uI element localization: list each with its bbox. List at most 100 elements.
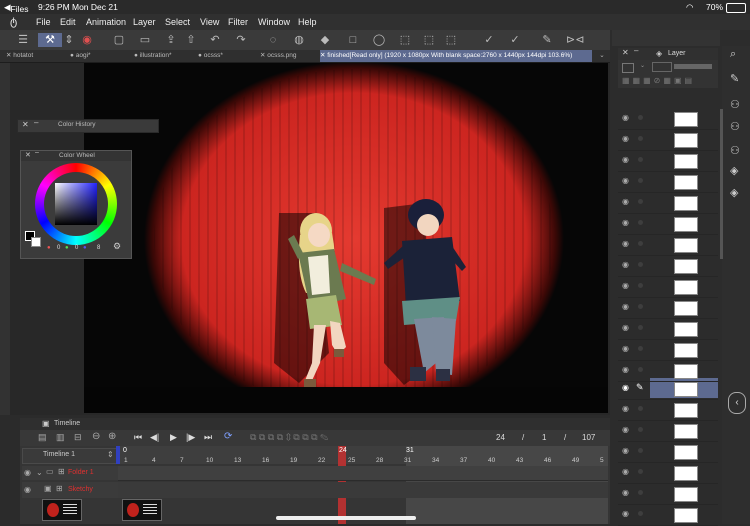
snap-icon[interactable]: ✓ bbox=[508, 33, 522, 47]
close-icon[interactable]: ✕ bbox=[25, 151, 31, 159]
lock-icon[interactable] bbox=[638, 490, 643, 495]
saturation-square[interactable] bbox=[55, 183, 97, 225]
layer-row[interactable]: ◉ bbox=[618, 442, 718, 463]
clear-icon[interactable]: ◌ bbox=[266, 33, 280, 47]
eye-icon[interactable]: ◉ bbox=[622, 239, 629, 248]
minimize-icon[interactable]: – bbox=[35, 149, 39, 156]
layer-row[interactable]: ◉ bbox=[618, 172, 718, 193]
tab-ocsss-png[interactable]: ✕ ocsss.png bbox=[260, 50, 318, 62]
redo-icon[interactable]: ↷ bbox=[234, 33, 248, 47]
lasso-icon[interactable]: ◯ bbox=[372, 33, 386, 47]
lock-icon[interactable] bbox=[638, 262, 643, 267]
property-icon[interactable]: ⚇ bbox=[730, 120, 740, 133]
layer-row[interactable]: ◉ bbox=[618, 340, 718, 361]
first-frame-icon[interactable]: ⏮ bbox=[134, 432, 142, 443]
export-icon[interactable]: ⇧ bbox=[184, 33, 198, 47]
tab-aogi[interactable]: ● aogi* bbox=[70, 50, 130, 62]
track-frames[interactable] bbox=[118, 466, 608, 481]
artwork-canvas[interactable] bbox=[84, 63, 608, 413]
cel-thumbnail[interactable] bbox=[122, 499, 162, 521]
last-frame-icon[interactable]: ⏭ bbox=[204, 432, 212, 443]
navigator-icon[interactable]: ⚇ bbox=[730, 98, 740, 111]
expand-icon[interactable]: ⌄ bbox=[36, 468, 43, 477]
back-to-files[interactable]: ◀ Files bbox=[4, 2, 29, 14]
eye-icon[interactable]: ◉ bbox=[622, 260, 629, 269]
menu-edit[interactable]: Edit bbox=[60, 17, 76, 27]
lock-icon[interactable] bbox=[638, 199, 643, 204]
opacity-field[interactable] bbox=[652, 62, 672, 72]
layer-row[interactable]: ◉ bbox=[618, 484, 718, 505]
minimize-icon[interactable]: – bbox=[634, 46, 638, 55]
layer-row[interactable]: ◉ bbox=[618, 463, 718, 484]
eye-icon[interactable]: ◉ bbox=[622, 155, 629, 164]
app-logo-icon[interactable]: ტ bbox=[10, 15, 17, 28]
play-icon[interactable]: ▶ bbox=[170, 432, 177, 443]
opacity-slider[interactable] bbox=[674, 64, 712, 69]
layer-row[interactable]: ◉ bbox=[618, 277, 718, 298]
eye-icon[interactable]: ◉ bbox=[622, 509, 629, 518]
add-icon[interactable]: ⊞ bbox=[58, 467, 65, 476]
quick-access-icon[interactable]: ⚒ bbox=[38, 33, 62, 47]
flip-icon[interactable]: ⊳⊲ bbox=[566, 33, 584, 47]
track-row[interactable]: ◉ ▣ ⊞ Sketchy bbox=[22, 482, 118, 498]
menu-filter[interactable]: Filter bbox=[228, 17, 248, 27]
layer-row[interactable]: ◉ bbox=[618, 400, 718, 421]
frame-total[interactable]: 107 bbox=[582, 433, 595, 442]
next-frame-icon[interactable]: |▶ bbox=[186, 432, 195, 443]
chevron-down-icon[interactable]: ⌄ bbox=[640, 62, 645, 69]
tab-ocsss[interactable]: ● ocsss* bbox=[198, 50, 258, 62]
lock-icon[interactable] bbox=[638, 241, 643, 246]
sub-color-swatch[interactable] bbox=[31, 237, 41, 247]
layer-row[interactable]: ◉ bbox=[618, 256, 718, 277]
save-icon[interactable]: ⇪ bbox=[164, 33, 178, 47]
eye-icon[interactable]: ◉ bbox=[622, 134, 629, 143]
undo-icon[interactable]: ↶ bbox=[208, 33, 222, 47]
prev-frame-icon[interactable]: ◀| bbox=[150, 432, 159, 443]
close-icon[interactable]: ✕ bbox=[622, 48, 629, 57]
lock-icon[interactable] bbox=[638, 346, 643, 351]
layers-icon[interactable]: ◈ bbox=[730, 186, 738, 199]
cel-thumbnail[interactable] bbox=[42, 499, 82, 521]
lock-icon[interactable] bbox=[638, 448, 643, 453]
minimize-icon[interactable]: – bbox=[34, 118, 38, 127]
eye-icon[interactable]: ◉ bbox=[622, 113, 629, 122]
zoom-in-icon[interactable]: ⊕ bbox=[108, 431, 116, 442]
menu-icon[interactable]: ☰ bbox=[16, 33, 30, 47]
lock-icon[interactable] bbox=[638, 367, 643, 372]
search-icon[interactable]: ⌕ bbox=[730, 48, 736, 61]
record-icon[interactable]: ◉ bbox=[80, 33, 94, 47]
track-frames[interactable] bbox=[118, 482, 608, 498]
current-frame[interactable]: 24 bbox=[496, 433, 505, 442]
tab-hotatot[interactable]: ✕ hotatot bbox=[6, 50, 66, 62]
lock-icon[interactable] bbox=[638, 304, 643, 309]
track-row[interactable]: ◉ ⌄ ▭ ⊞ Folder 1 bbox=[22, 466, 118, 480]
layer-row[interactable]: ◉ bbox=[618, 193, 718, 214]
layer-row[interactable]: ◉ bbox=[618, 319, 718, 340]
pen-icon[interactable]: ✎ bbox=[540, 33, 554, 47]
hue-ring[interactable] bbox=[35, 163, 117, 245]
menu-select[interactable]: Select bbox=[165, 17, 190, 27]
lock-icon[interactable] bbox=[638, 220, 643, 225]
zoom-out-icon[interactable]: ⊖ bbox=[92, 431, 100, 442]
eye-icon[interactable]: ◉ bbox=[622, 344, 629, 353]
frame-tools-icon[interactable]: ⧉ ⧉ ⧉ ⧉ ⇕ ⧉ ⧉ ⧉ ✎ bbox=[250, 432, 328, 443]
deselect-icon[interactable]: ⬚ bbox=[444, 33, 458, 47]
eye-icon[interactable]: ◉ bbox=[622, 446, 629, 455]
open-folder-icon[interactable]: ▭ bbox=[138, 33, 152, 47]
chevron-updown-icon[interactable]: ⇕ bbox=[62, 33, 76, 47]
frame-start[interactable]: 1 bbox=[542, 433, 546, 442]
layer-row[interactable]: ◉ bbox=[618, 130, 718, 151]
eye-icon[interactable]: ◉ bbox=[622, 323, 629, 332]
layer-row[interactable]: ◉ bbox=[618, 235, 718, 256]
sub-tool-icon[interactable]: ⚇ bbox=[730, 144, 740, 157]
eye-icon[interactable]: ◉ bbox=[24, 485, 31, 494]
loop-icon[interactable]: ⟳ bbox=[224, 431, 232, 442]
add-icon[interactable]: ⊞ bbox=[56, 484, 63, 493]
timeline-select[interactable]: Timeline 1 ⇕ bbox=[22, 448, 120, 464]
eye-icon[interactable]: ◉ bbox=[622, 302, 629, 311]
menu-view[interactable]: View bbox=[200, 17, 219, 27]
layer-row[interactable]: ◉ bbox=[618, 214, 718, 235]
lock-icon[interactable] bbox=[638, 136, 643, 141]
eye-icon[interactable]: ◉ bbox=[622, 425, 629, 434]
new-canvas-icon[interactable]: ▢ bbox=[112, 33, 126, 47]
